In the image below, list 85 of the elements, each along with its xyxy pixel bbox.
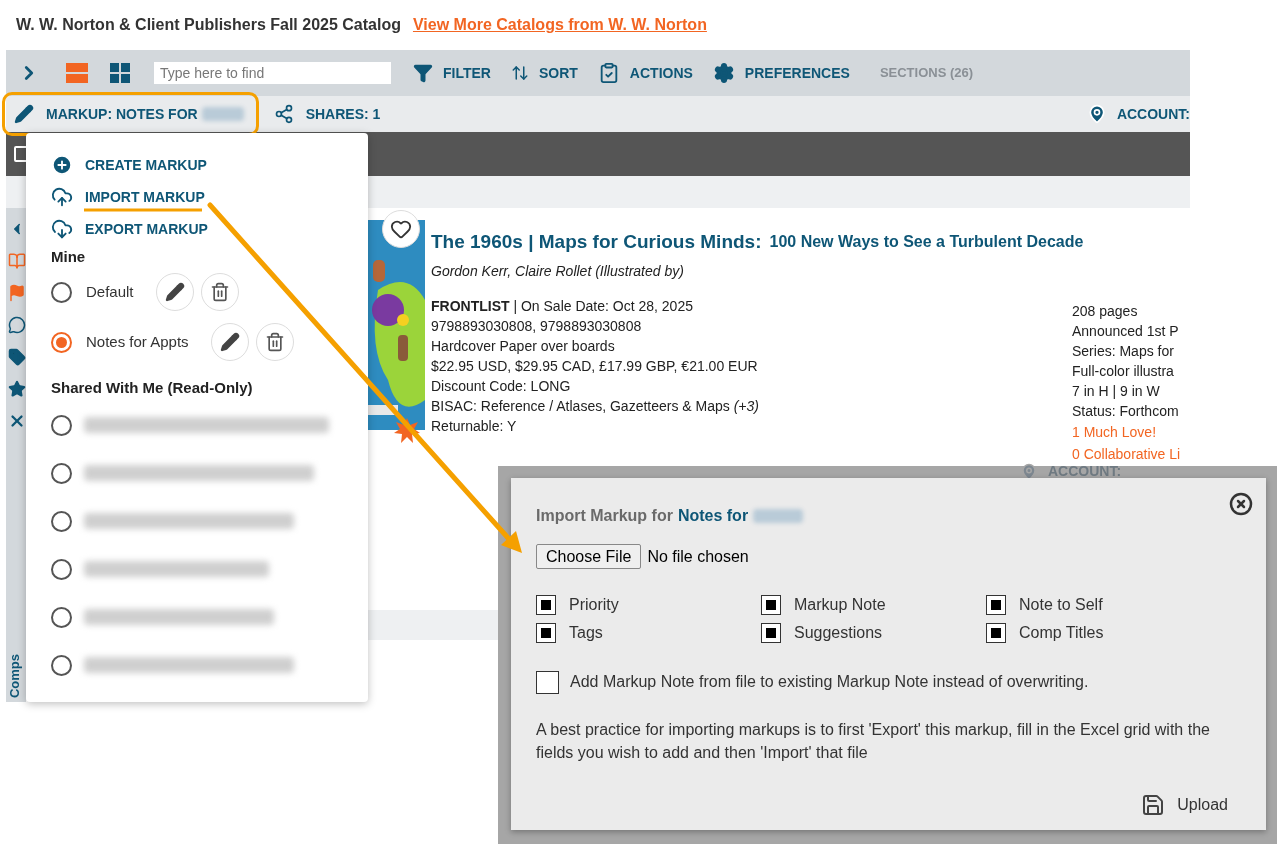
book-fact: Status: Forthcom	[1072, 402, 1180, 421]
book-fact: Announced 1st P	[1072, 322, 1180, 341]
sidebar-icon[interactable]	[8, 252, 26, 270]
book-title[interactable]: The 1960s | Maps for Curious Minds:	[431, 228, 762, 257]
checkbox[interactable]	[536, 595, 556, 615]
redacted-text	[753, 509, 804, 523]
book-authors: Gordon Kerr, Claire Rollet (Illustrated by)	[431, 261, 685, 281]
radio-button[interactable]	[51, 606, 72, 628]
settings-icon	[712, 62, 735, 84]
book-fact: 208 pages	[1072, 302, 1139, 321]
redacted-text	[201, 107, 244, 121]
markup-name: Notes for	[677, 506, 749, 526]
book-subtitle[interactable]: 100 New Ways to See a Turbulent Decade	[769, 230, 1084, 255]
sidebar-icon[interactable]	[8, 348, 26, 366]
heart-icon	[390, 218, 412, 240]
sort-icon	[510, 64, 529, 82]
radio-button[interactable]	[51, 462, 72, 484]
radio-button[interactable]	[51, 414, 72, 436]
save-icon	[1141, 793, 1166, 817]
toolbar-button[interactable]: FILTER	[413, 62, 491, 84]
radio-button[interactable]	[51, 510, 72, 532]
field-label: Suggestions	[794, 623, 883, 643]
filter-icon	[413, 63, 433, 83]
radio-button[interactable]	[51, 558, 72, 580]
book-detail: BISAC: Reference / Atlases, Gazetteers & Maps (+3)	[431, 396, 760, 416]
dialog-title: Import Markup for	[536, 506, 673, 526]
grid-view-icon[interactable]	[110, 63, 130, 83]
trash-icon	[209, 282, 230, 302]
book-detail: 9798893030808, 9798893030808	[431, 316, 643, 336]
menu-item[interactable]: CREATE MARKUP	[51, 149, 207, 181]
hint-text: A best practice for importing markups is to first 'Export' this markup, fill in the Excel grid with the fields you wish to add and then 'Import' that file	[536, 720, 1211, 763]
sidebar-icon[interactable]	[8, 316, 26, 334]
choose-file-button[interactable]: Choose File	[536, 544, 642, 569]
toolbar-button[interactable]: ACTIONS	[597, 62, 693, 84]
toolbar-button[interactable]: PREFERENCES	[712, 62, 850, 84]
field-label: Tags	[569, 623, 603, 643]
field-label: Note to Self	[1019, 595, 1103, 615]
shares-button[interactable]: SHARES: 1	[273, 103, 381, 125]
book-fact: Full-color illustra	[1072, 362, 1175, 381]
share-icon	[273, 104, 294, 124]
field-label: Markup Note	[794, 595, 886, 615]
radio-button[interactable]	[51, 331, 72, 353]
checkbox[interactable]	[761, 623, 781, 643]
sidebar-icon[interactable]	[8, 412, 26, 430]
book-detail: Hardcover Paper over boards	[431, 336, 616, 356]
markup-button[interactable]: MARKUP: NOTES FOR	[14, 103, 198, 125]
book-detail: Discount Code: LONG	[431, 376, 572, 396]
trash-icon	[264, 332, 285, 352]
search-field[interactable]: Type here to find	[154, 62, 391, 84]
checkbox[interactable]	[536, 670, 559, 694]
field-label: Priority	[569, 595, 619, 615]
account-button[interactable]: ACCOUNT:	[1086, 103, 1190, 125]
radio-button[interactable]	[51, 654, 72, 676]
menu-item[interactable]: EXPORT MARKUP	[51, 213, 208, 245]
radio-button[interactable]	[51, 281, 72, 303]
option-label: Add Markup Note from file to existing Markup Note instead of overwriting.	[570, 672, 1089, 692]
catalog-title: W. W. Norton & Client Publishers Fall 2025 Catalog	[16, 15, 401, 35]
book-detail: $22.95 USD, $29.95 CAD, £17.99 GBP, €21.00 EUR	[431, 356, 759, 376]
book-fact: Series: Maps for	[1072, 342, 1175, 361]
section-heading: Mine	[51, 246, 87, 267]
checkbox[interactable]	[761, 595, 781, 615]
badge-icon	[394, 418, 420, 444]
section-heading: Shared With Me (Read-Only)	[51, 377, 254, 398]
cloud-upload-icon	[51, 185, 73, 209]
book-fact: 7 in H | 9 in W	[1072, 382, 1161, 401]
upload-button[interactable]: Upload	[1141, 793, 1228, 817]
checkbox[interactable]	[986, 595, 1006, 615]
favorite-button[interactable]	[382, 210, 420, 248]
menu-item[interactable]: IMPORT MARKUP	[51, 181, 205, 213]
sidebar-tab[interactable]: Comps	[4, 653, 24, 698]
book-detail: FRONTLIST | On Sale Date: Oct 28, 2025	[431, 296, 694, 316]
markup-name[interactable]: Notes for Appts	[86, 330, 189, 354]
field-label: Comp Titles	[1019, 623, 1104, 643]
checkbox[interactable]	[986, 623, 1006, 643]
markup-name[interactable]: Default	[86, 280, 134, 304]
pencil-icon	[14, 104, 34, 124]
plus-circle-icon	[51, 154, 73, 176]
book-detail: Returnable: Y	[431, 416, 518, 436]
sidebar-icon[interactable]	[8, 380, 26, 398]
file-status: No file chosen	[647, 546, 749, 567]
cloud-download-icon	[51, 217, 73, 241]
checkbox[interactable]	[536, 623, 556, 643]
toolbar-button[interactable]: SORT	[510, 62, 578, 84]
pencil-icon	[164, 282, 185, 302]
pencil-icon	[219, 332, 240, 352]
